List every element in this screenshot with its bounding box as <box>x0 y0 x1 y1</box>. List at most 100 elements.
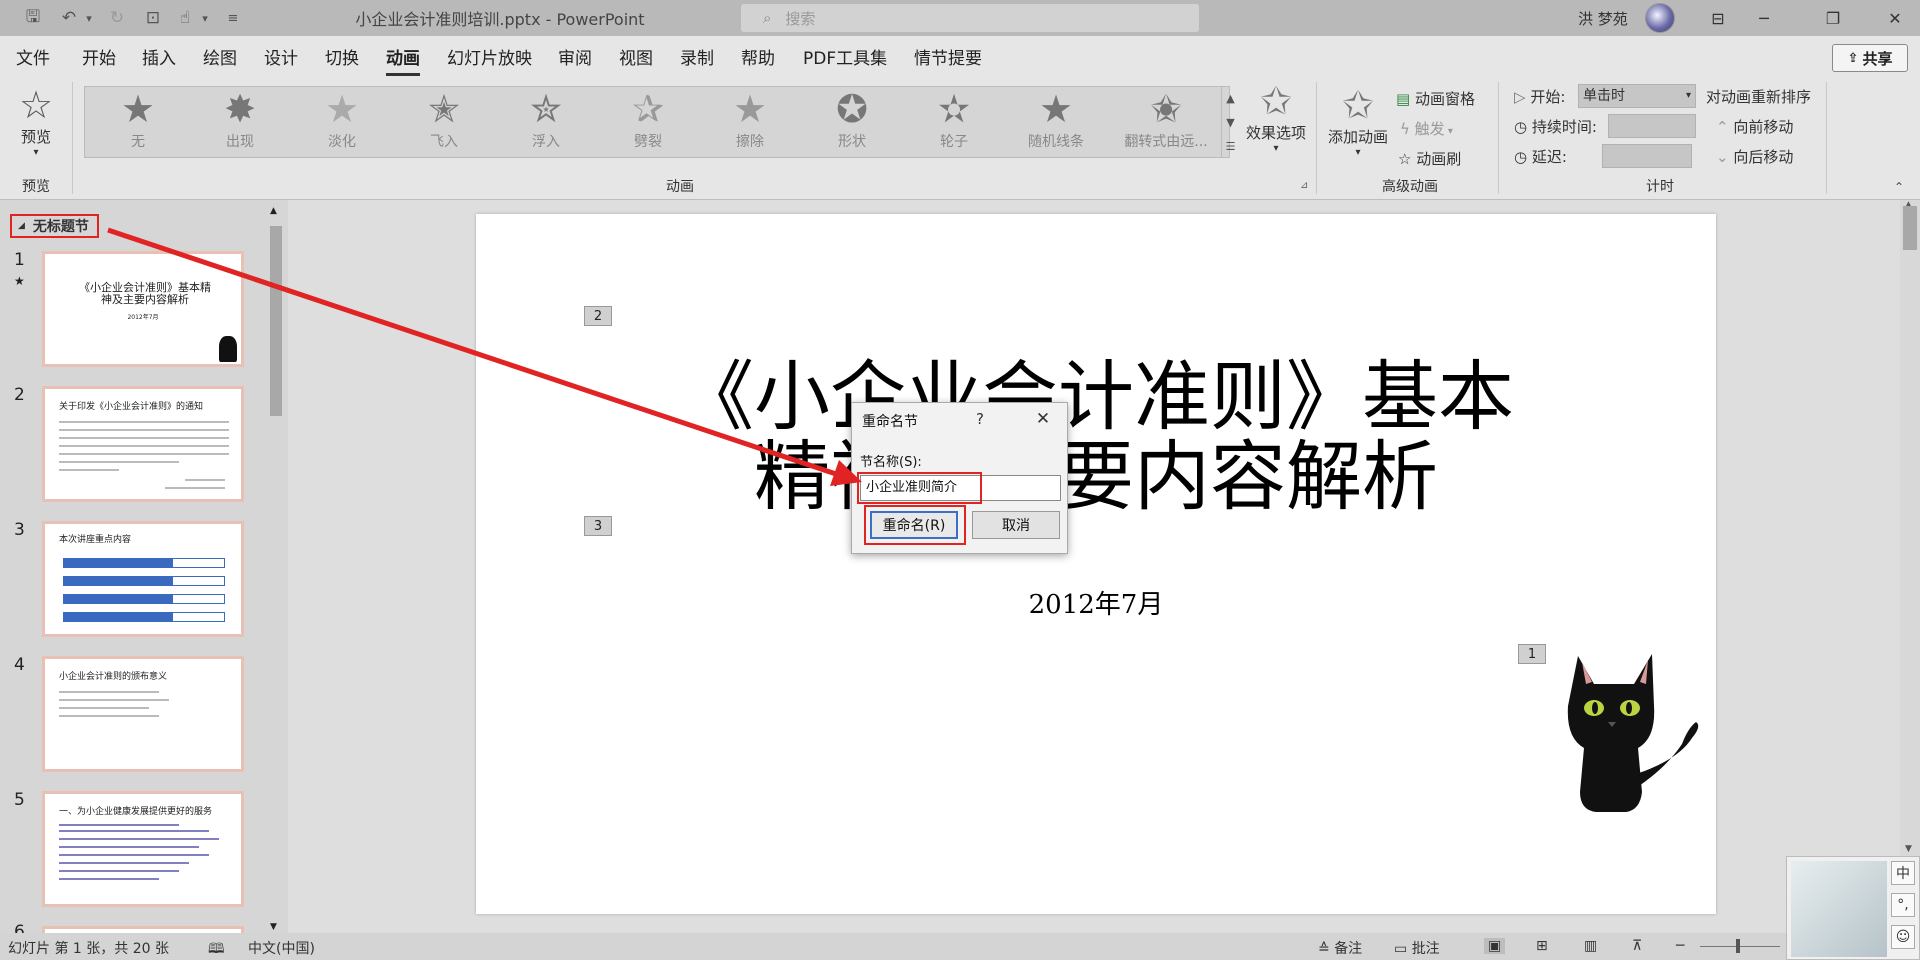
rename-button[interactable]: 重命名(R) <box>870 511 958 539</box>
tab-draw[interactable]: 绘图 <box>203 44 237 69</box>
tab-home[interactable]: 开始 <box>82 44 116 69</box>
tab-file[interactable]: 文件 <box>16 44 50 69</box>
close-icon[interactable]: ✕ <box>1872 0 1918 36</box>
animation-wipe[interactable]: ★ 擦除 <box>699 87 801 157</box>
tab-insert[interactable]: 插入 <box>142 44 176 69</box>
animation-painter-button[interactable]: ☆ 动画刷 <box>1398 148 1461 169</box>
slide-thumbnail[interactable]: 《小企业会计准则》基本精神及主要内容解析 2012年7月 <box>42 251 244 367</box>
slide-thumbnail[interactable]: 关于印发《小企业会计准则》的通知 <box>42 386 244 502</box>
effect-options-button[interactable]: ✩ 效果选项 ▾ <box>1242 80 1310 154</box>
animation-fade[interactable]: ★ 淡化 <box>291 87 393 157</box>
language-indicator[interactable]: 中文(中国) <box>248 938 315 958</box>
redo-icon[interactable]: ↻ <box>104 6 130 30</box>
touch-mode-icon[interactable]: ☝ <box>172 6 198 30</box>
search-input[interactable]: ⌕ 搜索 <box>741 4 1199 32</box>
current-slide[interactable]: 2 3 1 《小企业会计准则》基本 精神及主要内容解析 2012年7月 <box>476 214 1716 914</box>
gallery-scroll-down-icon[interactable]: ▼ <box>1221 110 1239 134</box>
tab-slideshow[interactable]: 幻灯片放映 <box>447 44 532 69</box>
black-cat-image[interactable] <box>1556 642 1716 814</box>
tab-storyboard[interactable]: 情节提要 <box>914 44 982 69</box>
undo-dropdown-icon[interactable]: ▾ <box>82 6 96 30</box>
collapse-ribbon-icon[interactable]: ⌃ <box>1894 180 1904 194</box>
avatar[interactable] <box>1645 3 1675 33</box>
animation-order-tag[interactable]: 2 <box>584 306 612 326</box>
undo-icon[interactable]: ↶ <box>56 6 82 30</box>
slide-title-line2[interactable]: 精神及主要内容解析 <box>526 432 1666 522</box>
tab-design[interactable]: 设计 <box>264 44 298 69</box>
dialog-close-button[interactable]: ✕ <box>1030 407 1056 431</box>
tab-pdf-tools[interactable]: PDF工具集 <box>803 44 887 69</box>
tab-record[interactable]: 录制 <box>680 44 714 69</box>
animation-random-bars[interactable]: ★ 随机线条 <box>1005 87 1107 157</box>
slide-sorter-icon[interactable]: ⊞ <box>1536 938 1548 954</box>
accessibility-icon[interactable]: 🕮 <box>208 938 225 960</box>
comments-button[interactable]: ▭ 批注 <box>1394 938 1440 958</box>
section-header[interactable]: ◢ 无标题节 <box>10 214 99 238</box>
gallery-scroll-up-icon[interactable]: ▲ <box>1221 86 1239 110</box>
ime-punctuation-toggle[interactable]: °, <box>1891 893 1915 917</box>
restore-icon[interactable]: ❐ <box>1810 0 1856 36</box>
touch-dropdown-icon[interactable]: ▾ <box>198 6 212 30</box>
add-animation-button[interactable]: ✩ 添加动画 ▾ <box>1324 84 1392 158</box>
move-earlier-button[interactable]: ⌃ 向前移动 <box>1716 116 1793 137</box>
animation-pane-button[interactable]: ▤ 动画窗格 <box>1396 88 1475 109</box>
animation-dialog-launcher-icon[interactable]: ⊿ <box>1300 180 1308 191</box>
slideshow-view-icon[interactable]: ⊼ <box>1632 938 1642 954</box>
cancel-button[interactable]: 取消 <box>972 511 1060 539</box>
ime-emoji-button[interactable]: ☺ <box>1891 925 1915 949</box>
duration-input[interactable] <box>1608 114 1696 138</box>
animation-fly-in[interactable]: ✭ 飞入 <box>393 87 495 157</box>
scroll-up-icon[interactable]: ▲ <box>270 206 277 216</box>
preview-button[interactable]: ☆ 预览 ▾ <box>12 84 60 158</box>
slideshow-icon[interactable]: ⊡ <box>140 6 166 30</box>
delay-clock-icon: ◷ <box>1514 148 1532 166</box>
zoom-slider-thumb[interactable] <box>1736 939 1740 953</box>
tab-animations[interactable]: 动画 <box>386 44 420 76</box>
minimize-icon[interactable]: ─ <box>1741 0 1787 36</box>
tab-review[interactable]: 审阅 <box>558 44 592 69</box>
animation-appear[interactable]: ✸ 出现 <box>189 87 291 157</box>
animation-shape[interactable]: ✪ 形状 <box>801 87 903 157</box>
ribbon-display-icon[interactable]: ⊟ <box>1695 0 1741 36</box>
scroll-down-icon[interactable]: ▼ <box>270 922 277 932</box>
help-button[interactable]: ? <box>976 410 984 428</box>
start-select[interactable]: 单击时 ▾ <box>1578 84 1696 108</box>
delay-input[interactable] <box>1602 144 1692 168</box>
normal-view-icon[interactable]: ▣ <box>1484 938 1506 954</box>
panel-scrollbar[interactable]: ▲ ▼ <box>268 206 284 932</box>
animation-gallery[interactable]: ★ 无 ✸ 出现 ★ 淡化 ✭ 飞入 ✮ 浮入 ✰ 劈裂 ★ 擦除 ✪ 形状 ✫ 轮子 ★ 随机线条… <box>84 86 1230 158</box>
slide-thumbnail[interactable]: 小企业会计准则的颁布意义 <box>42 656 244 772</box>
slide-thumbnail[interactable]: 一、为小企业健康发展提供更好的服务 <box>42 791 244 907</box>
animation-order-tag[interactable]: 1 <box>1518 644 1546 664</box>
notes-button[interactable]: ≙ 备注 <box>1318 938 1362 958</box>
slide-title-line1[interactable]: 《小企业会计准则》基本 <box>526 352 1666 442</box>
scroll-down-icon[interactable]: ▼ <box>1905 844 1912 854</box>
slide-scrollbar-thumb[interactable] <box>1903 206 1917 250</box>
slide-thumbnail[interactable]: 本次讲座重点内容 <box>42 521 244 637</box>
slide-scrollbar[interactable]: ▲ ▼ <box>1900 200 1920 933</box>
text-line <box>185 479 225 481</box>
panel-scrollbar-thumb[interactable] <box>270 226 282 416</box>
user-name[interactable]: 洪 梦苑 <box>1578 8 1628 29</box>
gallery-expand-icon[interactable]: ☰ <box>1221 134 1239 158</box>
animation-wheel[interactable]: ✫ 轮子 <box>903 87 1005 157</box>
share-button[interactable]: ⇪ 共享 <box>1832 44 1908 72</box>
save-icon[interactable]: 🖫 <box>20 6 46 30</box>
ime-language-toggle[interactable]: 中 <box>1891 861 1915 885</box>
zoom-out-icon[interactable]: ─ <box>1676 938 1684 954</box>
start-label: ▷ 开始: <box>1514 88 1566 106</box>
reading-view-icon[interactable]: ▥ <box>1584 938 1597 954</box>
move-later-button[interactable]: ⌄ 向后移动 <box>1716 146 1793 167</box>
zoom-slider[interactable] <box>1700 946 1780 947</box>
tab-transitions[interactable]: 切换 <box>325 44 359 69</box>
tab-view[interactable]: 视图 <box>619 44 653 69</box>
customize-qat-icon[interactable]: ≡ <box>222 6 244 30</box>
slide-subtitle[interactable]: 2012年7月 <box>476 584 1716 621</box>
animation-split[interactable]: ✰ 劈裂 <box>597 87 699 157</box>
trigger-button[interactable]: ϟ 触发 ▾ <box>1400 118 1453 139</box>
animation-none[interactable]: ★ 无 <box>87 87 189 157</box>
tab-help[interactable]: 帮助 <box>741 44 775 69</box>
animation-grow-turn[interactable]: ✬ 翻转式由远... <box>1107 87 1225 157</box>
text-line <box>59 870 179 872</box>
animation-float-in[interactable]: ✮ 浮入 <box>495 87 597 157</box>
